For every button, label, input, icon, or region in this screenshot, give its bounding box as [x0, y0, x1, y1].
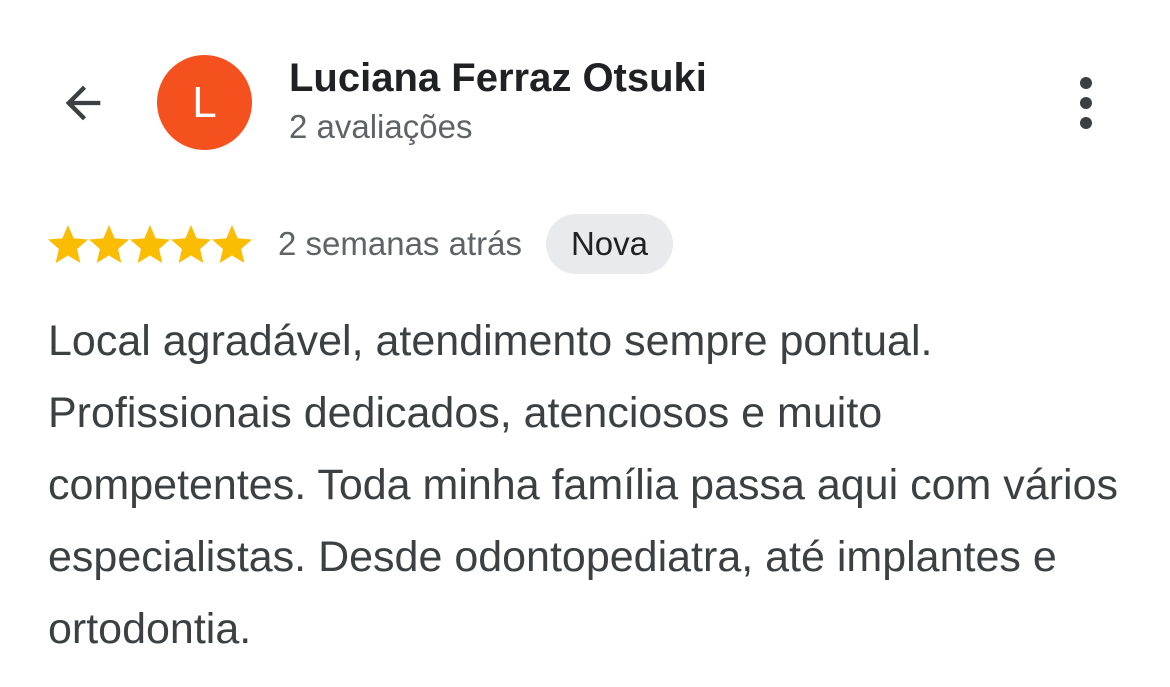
star-icon — [89, 225, 129, 263]
star-rating — [48, 224, 252, 264]
reviewer-review-count: 2 avaliações — [289, 108, 473, 145]
arrow-left-icon — [65, 85, 101, 121]
star-icon — [171, 225, 211, 263]
review-text: Local agradável, atendimento sempre pont… — [48, 317, 1118, 653]
new-badge: Nova — [545, 214, 674, 274]
avatar-initial: L — [192, 77, 217, 127]
avatar[interactable]: L — [157, 55, 252, 150]
star-icon — [212, 225, 252, 263]
reviewer-name[interactable]: Luciana Ferraz Otsuki — [289, 56, 707, 101]
star-icon — [48, 225, 88, 263]
more-options-button[interactable] — [1060, 70, 1112, 136]
more-vertical-icon — [1080, 77, 1092, 129]
star-icon — [130, 225, 170, 263]
review-meta-row: 2 semanas atrás Nova — [48, 214, 674, 274]
back-button[interactable] — [50, 70, 116, 136]
review-date: 2 semanas atrás — [278, 225, 522, 262]
